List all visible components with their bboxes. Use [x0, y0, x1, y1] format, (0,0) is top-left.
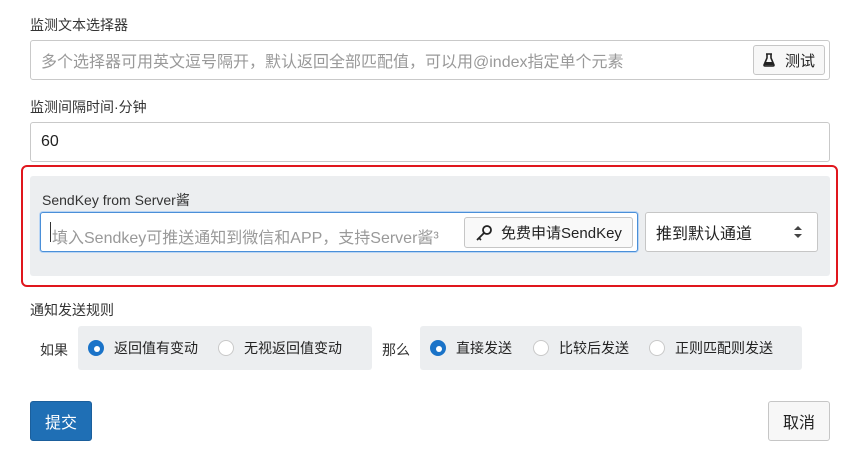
radio-checked-icon[interactable] [88, 340, 104, 356]
then-option-label: 正则匹配则发送 [675, 340, 773, 356]
radio-checked-icon[interactable] [430, 340, 446, 356]
interval-input[interactable]: 60 [30, 122, 830, 162]
then-option-label: 比较后发送 [559, 340, 629, 356]
channel-select[interactable]: 推到默认通道 [645, 212, 818, 252]
interval-value: 60 [41, 133, 59, 150]
if-option-label: 返回值有变动 [114, 340, 198, 356]
apply-sendkey-button[interactable]: 免费申请SendKey [464, 217, 633, 248]
key-icon [475, 224, 493, 242]
channel-selected-value: 推到默认通道 [656, 226, 753, 243]
if-label: 如果 [40, 342, 68, 358]
interval-label: 监测间隔时间·分钟 [30, 99, 147, 115]
then-option-direct[interactable]: 直接发送 [430, 338, 512, 358]
cancel-button[interactable]: 取消 [768, 401, 830, 441]
flask-icon [763, 53, 775, 67]
radio-unchecked-icon[interactable] [533, 340, 549, 356]
then-option-regex[interactable]: 正则匹配则发送 [649, 338, 773, 358]
if-option-changed[interactable]: 返回值有变动 [88, 338, 198, 358]
radio-unchecked-icon[interactable] [649, 340, 665, 356]
radio-unchecked-icon[interactable] [218, 340, 234, 356]
test-button-label: 测试 [784, 52, 815, 70]
then-label: 那么 [382, 342, 410, 358]
if-option-ignore[interactable]: 无视返回值变动 [218, 338, 342, 358]
then-option-label: 直接发送 [456, 340, 512, 356]
rules-label: 通知发送规则 [30, 302, 114, 318]
text-caret [50, 222, 51, 242]
if-option-label: 无视返回值变动 [244, 340, 342, 356]
sendkey-label: SendKey from Server酱 [42, 192, 190, 208]
selector-placeholder: 多个选择器可用英文逗号隔开，默认返回全部匹配值，可以用@index指定单个元素 [41, 54, 624, 71]
updown-arrows-icon [793, 224, 803, 240]
sendkey-placeholder: 填入Sendkey可推送通知到微信和APP，支持Server酱³ [52, 230, 439, 247]
apply-sendkey-label: 免费申请SendKey [501, 225, 622, 242]
then-option-compare[interactable]: 比较后发送 [533, 338, 629, 358]
selector-input[interactable]: 多个选择器可用英文逗号隔开，默认返回全部匹配值，可以用@index指定单个元素 [30, 40, 830, 80]
test-button[interactable]: 测试 [753, 45, 825, 75]
selector-label: 监测文本选择器 [30, 17, 128, 33]
submit-button[interactable]: 提交 [30, 401, 92, 441]
